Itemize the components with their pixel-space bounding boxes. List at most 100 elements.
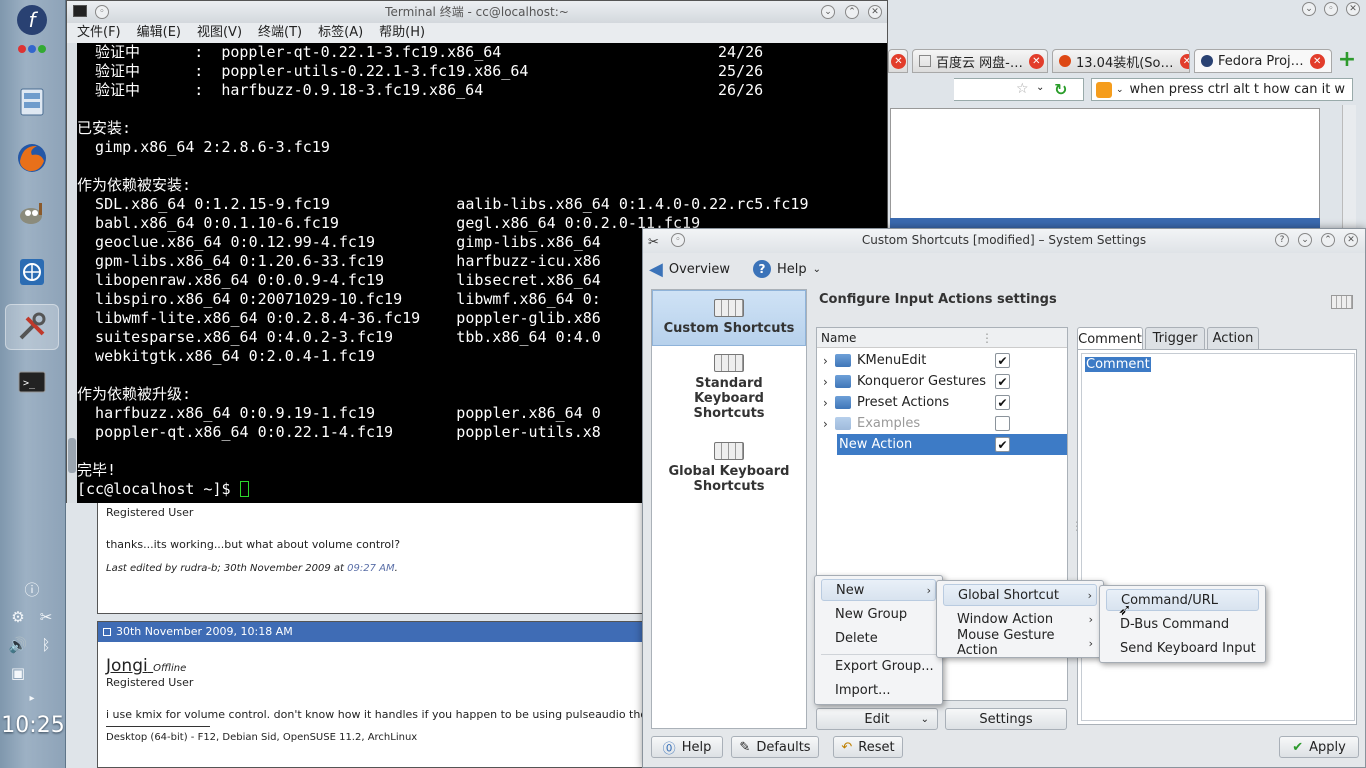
close-tab-icon[interactable]: ✕ — [1179, 53, 1189, 69]
expand-arrow-icon[interactable]: › — [823, 417, 828, 431]
menu-help[interactable]: 帮助(H) — [379, 23, 425, 43]
nav-global-shortcuts[interactable]: Global Keyboard Shortcuts — [652, 442, 806, 494]
menu-view[interactable]: 视图(V) — [197, 23, 242, 43]
enabled-checkbox[interactable]: ✔ — [995, 374, 1010, 389]
volume-icon[interactable]: 🔊 — [8, 635, 28, 655]
menu-edit[interactable]: 编辑(E) — [137, 23, 181, 43]
menu-item-window-action[interactable]: Window Action › — [943, 608, 1097, 630]
menu-file[interactable]: 文件(F) — [77, 23, 121, 43]
close-tab-icon[interactable]: ✕ — [1309, 53, 1325, 69]
scissors-icon[interactable]: ✂ — [36, 607, 56, 627]
username[interactable]: Jongi — [106, 656, 148, 676]
scrollbar-thumb[interactable] — [68, 438, 76, 473]
file-manager-icon[interactable] — [12, 82, 52, 122]
menu-item-send-keyboard-input[interactable]: Send Keyboard Input — [1106, 637, 1259, 659]
tree-row[interactable]: › Konqueror Gestures ✔ — [823, 371, 1067, 392]
tab-action[interactable]: Action — [1207, 327, 1259, 349]
close-icon[interactable]: ✕ — [1346, 2, 1360, 16]
gear-icon[interactable]: ⚙ — [8, 607, 28, 627]
terminal-icon[interactable]: >_ — [12, 362, 52, 402]
overview-button[interactable]: ◀ Overview — [649, 257, 730, 281]
bluetooth-icon[interactable]: ᛒ — [36, 635, 56, 655]
close-icon[interactable]: ✕ — [1344, 233, 1358, 247]
edit-button[interactable]: Edit ⌄ — [816, 708, 938, 730]
menu-terminal[interactable]: 终端(T) — [258, 23, 302, 43]
new-tab-icon[interactable]: + — [1336, 49, 1358, 72]
dropdown-icon[interactable]: ⌄ — [1036, 82, 1044, 93]
search-input[interactable]: when press ctrl alt t how can it w — [1130, 82, 1346, 97]
tab-comment[interactable]: Comment — [1077, 327, 1143, 350]
nav-custom-shortcuts[interactable]: Custom Shortcuts — [652, 290, 806, 346]
minimize-icon[interactable]: ⌄ — [1298, 233, 1312, 247]
gimp-icon[interactable] — [12, 194, 52, 234]
system-settings-window[interactable]: ✂ ◦ Custom Shortcuts [modified] – System… — [642, 228, 1366, 768]
svg-text:>_: >_ — [23, 378, 36, 389]
minimize-icon[interactable]: ⌄ — [821, 5, 835, 19]
clipboard-icon[interactable]: ▣ — [8, 663, 28, 683]
tree-row[interactable]: › KMenuEdit ✔ — [823, 350, 1067, 371]
expand-arrow-icon[interactable]: › — [823, 354, 828, 368]
menu-item-import[interactable]: Import... — [821, 679, 936, 701]
dropdown-icon[interactable]: ⌄ — [1116, 85, 1124, 95]
post-username[interactable]: Jongi Offline — [106, 656, 186, 676]
system-settings-icon[interactable] — [5, 304, 59, 350]
enabled-checkbox[interactable] — [995, 416, 1010, 431]
sticky-icon[interactable]: ◦ — [671, 233, 685, 247]
menu-item-mouse-gesture-action[interactable]: Mouse Gesture Action › — [943, 628, 1097, 658]
terminal-line: 作为依赖被安装: — [77, 176, 192, 194]
tree-row[interactable]: › Examples — [823, 413, 1067, 434]
enabled-checkbox[interactable]: ✔ — [995, 353, 1010, 368]
help-button[interactable]: ⓪ Help — [651, 736, 723, 758]
menu-tabs[interactable]: 标签(A) — [318, 23, 363, 43]
browser-tab[interactable]: 百度云 网盘-… ✕ — [912, 49, 1048, 73]
reload-icon[interactable]: ↻ — [1054, 80, 1067, 99]
apply-label: Apply — [1309, 739, 1346, 755]
tab-trigger[interactable]: Trigger — [1145, 327, 1205, 349]
maximize-icon[interactable]: ⌃ — [845, 5, 859, 19]
reset-button[interactable]: ↶ Reset — [833, 736, 903, 758]
expand-arrow-icon[interactable]: › — [823, 375, 828, 389]
maximize-icon[interactable]: ◦ — [1324, 2, 1338, 16]
menu-item-global-shortcut[interactable]: Global Shortcut › — [943, 584, 1097, 606]
bookmark-star-icon[interactable]: ☆ — [1016, 81, 1029, 97]
browser-tab[interactable]: 13.04装机(So… ✕ — [1052, 49, 1190, 73]
terminal-scrollbar[interactable] — [67, 43, 77, 503]
enabled-checkbox[interactable]: ✔ — [995, 395, 1010, 410]
minimize-icon[interactable]: ⌄ — [1302, 2, 1316, 16]
menu-item-new-group[interactable]: New Group — [821, 603, 936, 625]
close-icon[interactable]: ✕ — [868, 5, 882, 19]
expand-tray-icon[interactable]: ▸ — [22, 688, 42, 708]
network-icon[interactable] — [12, 252, 52, 292]
help-icon[interactable]: ? — [1275, 233, 1289, 247]
menu-item-delete[interactable]: Delete — [821, 627, 936, 649]
comment-textarea[interactable]: Comment — [1081, 353, 1355, 721]
browser-tab[interactable]: Fedora Proj… ✕ — [1194, 49, 1332, 73]
tree-row[interactable]: New Action ✔ — [837, 434, 1067, 455]
nav-standard-shortcuts[interactable]: Standard Keyboard Shortcuts — [652, 354, 806, 421]
menu-item-new[interactable]: New › — [821, 579, 936, 601]
settings-button[interactable]: Settings — [945, 708, 1067, 730]
clock[interactable]: 10:25 — [0, 713, 66, 738]
mouse-cursor-icon: ➶ — [1118, 600, 1132, 619]
activities-icon[interactable] — [12, 34, 52, 64]
tree-header[interactable]: Name ⋮ — [817, 328, 1067, 348]
tree-row[interactable]: › Preset Actions ✔ — [823, 392, 1067, 413]
help-menu-button[interactable]: ? Help ⌄ — [753, 257, 821, 281]
settings-titlebar[interactable]: ✂ ◦ Custom Shortcuts [modified] – System… — [643, 229, 1365, 253]
close-tab-icon[interactable]: ✕ — [1028, 53, 1044, 69]
menu-item-export-group[interactable]: Export Group... — [821, 655, 936, 677]
info-icon[interactable]: ⓘ — [22, 579, 42, 599]
maximize-icon[interactable]: ⌃ — [1321, 233, 1335, 247]
sticky-icon[interactable]: ◦ — [95, 5, 109, 19]
search-engine-icon[interactable] — [1096, 81, 1112, 98]
expand-arrow-icon[interactable]: › — [823, 396, 828, 410]
url-bar[interactable]: ☆ ⌄ ↻ — [954, 78, 1084, 101]
search-box[interactable]: ⌄ when press ctrl alt t how can it w — [1091, 78, 1353, 101]
terminal-titlebar[interactable]: ◦ Terminal 终端 - cc@localhost:~ ⌄ ⌃ ✕ — [67, 1, 887, 23]
browser-tab[interactable]: ✕ — [888, 49, 908, 73]
apply-button[interactable]: ✔ Apply — [1279, 736, 1359, 758]
defaults-button[interactable]: ✎ Defaults — [731, 736, 819, 758]
enabled-checkbox[interactable]: ✔ — [995, 437, 1010, 452]
firefox-icon[interactable] — [12, 138, 52, 178]
close-tab-icon[interactable]: ✕ — [891, 53, 906, 69]
